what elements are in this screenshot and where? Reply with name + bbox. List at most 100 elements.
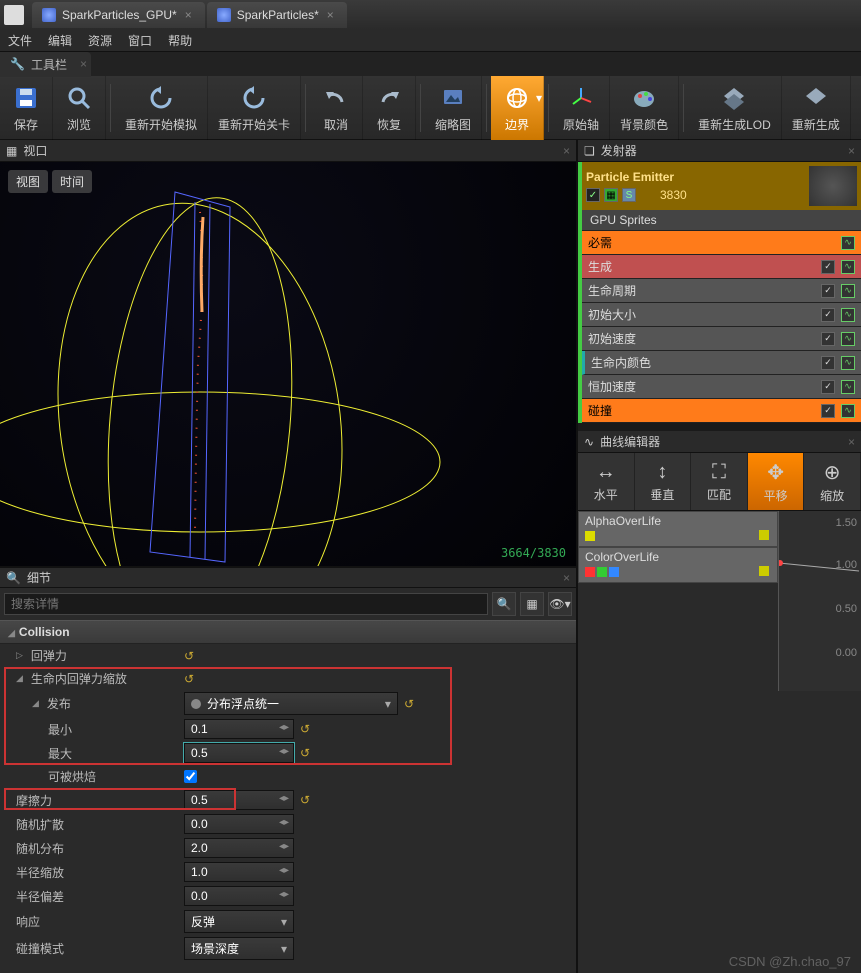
module-row[interactable]: 生成✓∿ [582,255,861,279]
module-row[interactable]: 初始速度✓∿ [582,327,861,351]
category-header[interactable]: ◢Collision [0,620,576,644]
menu-help[interactable]: 帮助 [168,32,192,49]
radius-bias-input[interactable]: 0.0◂▸ [184,886,294,906]
module-row[interactable]: 生命周期✓∿ [582,279,861,303]
module-row[interactable]: 碰撞✓∿ [582,399,861,423]
response-dropdown[interactable]: 反弹▾ [184,910,294,933]
color-swatch[interactable] [585,567,595,577]
color-swatch[interactable] [585,531,595,541]
document-tab[interactable]: SparkParticles* × [207,2,347,28]
solo-button[interactable]: S [622,188,636,202]
spinner-icon[interactable]: ◂▸ [279,746,289,757]
spinner-icon[interactable]: ◂▸ [279,722,289,733]
chevron-down-icon[interactable]: ▾ [536,91,542,105]
bgcolor-button[interactable]: 背景颜色 [610,76,679,140]
friction-input[interactable]: 0.5◂▸ [184,790,294,810]
module-row[interactable]: 恒加速度✓∿ [582,375,861,399]
reset-icon[interactable]: ↺ [300,746,310,760]
menu-asset[interactable]: 资源 [88,32,112,49]
close-icon[interactable]: × [80,57,87,71]
restart-level-button[interactable]: 重新开始关卡 [208,76,301,140]
arrow-icon[interactable]: ▷ [16,650,23,661]
distrib-dropdown[interactable]: 分布浮点统一▾ [184,692,398,715]
close-icon[interactable]: × [185,8,199,22]
emitter-tab[interactable]: ❏ 发射器 × [578,140,861,162]
bakeable-checkbox[interactable] [184,770,197,783]
module-row[interactable]: 初始大小✓∿ [582,303,861,327]
reset-icon[interactable]: ↺ [300,722,310,736]
module-row[interactable]: 生命内颜色✓∿ [582,351,861,375]
restart-sim-button[interactable]: 重新开始模拟 [115,76,208,140]
module-checkbox[interactable]: ✓ [821,284,835,298]
curve-item[interactable]: ColorOverLife [578,547,778,583]
curve-horiz-button[interactable]: ↔水平 [578,453,635,510]
module-row[interactable]: 必需∿ [582,231,861,255]
curve-icon[interactable]: ∿ [841,308,855,322]
curve-pan-button[interactable]: ✥平移 [748,453,805,510]
radius-scale-input[interactable]: 1.0◂▸ [184,862,294,882]
random-distrib-input[interactable]: 2.0◂▸ [184,838,294,858]
viewport[interactable]: 视图 时间 3664/3830 [0,162,576,566]
curve-icon[interactable]: ∿ [841,380,855,394]
module-checkbox[interactable]: ✓ [821,308,835,322]
curve-icon[interactable]: ∿ [841,284,855,298]
menu-edit[interactable]: 编辑 [48,32,72,49]
color-swatch[interactable] [759,530,769,540]
regen-button[interactable]: 重新生成 [782,76,851,140]
module-checkbox[interactable]: ✓ [821,260,835,274]
curve-icon[interactable]: ∿ [841,404,855,418]
reset-icon[interactable]: ↺ [184,649,194,663]
thumbnail-button[interactable]: 缩略图 [425,76,482,140]
close-icon[interactable]: × [563,571,570,585]
reset-icon[interactable]: ↺ [300,793,310,807]
spinner-icon[interactable]: ◂▸ [279,889,289,900]
emitter-header[interactable]: Particle Emitter ✓ ▦ S 3830 [582,162,861,210]
spinner-icon[interactable]: ◂▸ [279,793,289,804]
spinner-icon[interactable]: ◂▸ [279,865,289,876]
close-icon[interactable]: × [327,8,341,22]
undo-button[interactable]: 取消 [310,76,363,140]
spinner-icon[interactable]: ◂▸ [279,841,289,852]
save-button[interactable]: 保存 [0,76,53,140]
grid-view-button[interactable]: ▦ [520,592,544,616]
eye-button[interactable]: 👁▾ [548,592,572,616]
regen-lod-button[interactable]: 重新生成LOD [688,76,782,140]
curve-vert-button[interactable]: ↕垂直 [635,453,692,510]
module-checkbox[interactable]: ✓ [821,380,835,394]
close-icon[interactable]: × [563,144,570,158]
close-icon[interactable]: × [848,435,855,449]
gpu-sprites-label[interactable]: GPU Sprites [582,210,861,231]
spinner-icon[interactable]: ◂▸ [279,817,289,828]
module-checkbox[interactable]: ✓ [821,356,835,370]
redo-button[interactable]: 恢复 [363,76,416,140]
close-icon[interactable]: × [848,144,855,158]
random-spread-input[interactable]: 0.0◂▸ [184,814,294,834]
details-tab[interactable]: 🔍 细节 × [0,566,576,588]
search-input[interactable] [4,593,488,615]
curve-icon[interactable]: ∿ [841,236,855,250]
curve-fit-button[interactable]: ⛶匹配 [691,453,748,510]
color-swatch[interactable] [609,567,619,577]
emitter-checkbox[interactable]: ▦ [604,188,618,202]
arrow-icon[interactable]: ◢ [32,698,39,709]
menu-window[interactable]: 窗口 [128,32,152,49]
emitter-checkbox[interactable]: ✓ [586,188,600,202]
curve-icon[interactable]: ∿ [841,332,855,346]
collision-mode-dropdown[interactable]: 场景深度▾ [184,937,294,960]
reset-icon[interactable]: ↺ [404,697,414,711]
curve-icon[interactable]: ∿ [841,356,855,370]
viewport-tab[interactable]: ▦ 视口 × [0,140,576,162]
origin-axis-button[interactable]: 原始轴 [553,76,610,140]
max-input[interactable]: 0.5◂▸ [184,743,294,763]
menu-file[interactable]: 文件 [8,32,32,49]
curve-zoom-button[interactable]: ⊕缩放 [804,453,861,510]
browse-button[interactable]: 浏览 [53,76,106,140]
arrow-icon[interactable]: ◢ [16,673,23,684]
module-checkbox[interactable]: ✓ [821,332,835,346]
toolbar-tab[interactable]: 🔧 工具栏 × [0,52,91,77]
curve-icon[interactable]: ∿ [841,260,855,274]
reset-icon[interactable]: ↺ [184,672,194,686]
min-input[interactable]: 0.1◂▸ [184,719,294,739]
search-button[interactable]: 🔍 [492,592,516,616]
color-swatch[interactable] [597,567,607,577]
